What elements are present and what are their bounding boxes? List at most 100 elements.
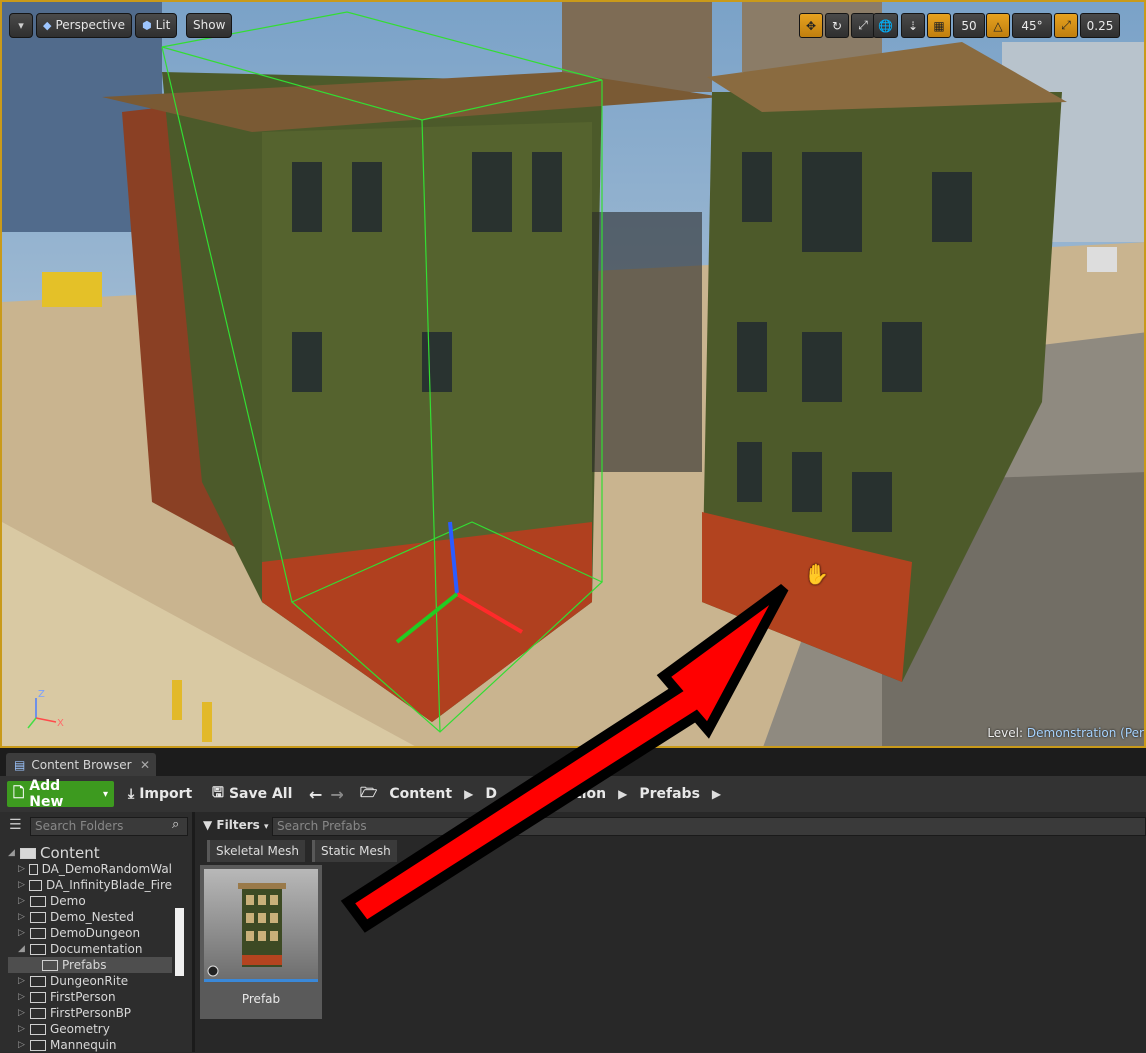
tree-item[interactable]: ▷ DungeonRite xyxy=(0,973,172,989)
folder-icon xyxy=(28,863,38,875)
filter-chip-static-mesh[interactable]: Static Mesh xyxy=(312,840,397,862)
show-flags-button[interactable]: Show xyxy=(186,13,233,38)
tree-item[interactable]: ◢ Documentation xyxy=(0,941,172,957)
folder-icon xyxy=(28,879,42,891)
expanded-caret-icon[interactable]: ◢ xyxy=(8,848,16,858)
tree-item[interactable]: ▷ Demo_Nested xyxy=(0,909,172,925)
filters-label: Filters xyxy=(216,818,260,832)
tree-item[interactable]: ▷ DemoDungeon xyxy=(0,925,172,941)
breadcrumb: 🗁 Content ▶ Documentation ▶ Prefabs ▶ xyxy=(360,781,721,807)
collapsed-caret-icon[interactable]: ▷ xyxy=(18,1024,26,1034)
history-nav: ← → xyxy=(303,781,350,807)
axis-indicator: Z X xyxy=(27,689,64,729)
forward-arrow-icon[interactable]: → xyxy=(330,785,343,804)
folder-icon xyxy=(30,991,46,1003)
chevron-down-icon: ▾ xyxy=(18,19,24,32)
tree-item[interactable]: ▷ DA_InfinityBlade_Fire xyxy=(0,877,172,893)
grid-snap-value[interactable]: 50 xyxy=(953,13,985,38)
surface-snap-button[interactable]: ⇣ xyxy=(901,13,925,38)
folder-icon xyxy=(30,943,46,955)
asset-view-panel: ▼ Filters ▾ Search Prefabs Skeletal Mesh… xyxy=(195,812,1146,1052)
collapsed-caret-icon[interactable]: ▷ xyxy=(18,880,25,890)
folder-icon xyxy=(30,927,46,939)
add-new-button[interactable]: 🗋 Add New ▾ xyxy=(7,778,114,810)
show-flags-label: Show xyxy=(193,18,226,32)
tree-item-label: DemoDungeon xyxy=(50,926,141,940)
breadcrumb-documentation[interactable]: Documentation xyxy=(485,786,606,802)
collapsed-caret-icon[interactable]: ▷ xyxy=(18,1008,26,1018)
breadcrumb-separator-icon[interactable]: ▶ xyxy=(464,787,473,801)
tree-item[interactable]: ▷ Geometry xyxy=(0,1021,172,1037)
move-arrows-icon: ✥ xyxy=(805,18,817,33)
collapsed-caret-icon[interactable]: ▷ xyxy=(18,928,26,938)
scene-render xyxy=(2,2,1144,746)
level-viewport[interactable]: ▾ ◆ Perspective ⬢ Lit Show ✥ ↻ ⤢ 🌐 ⇣ ▦ 5… xyxy=(0,0,1146,748)
view-mode-button[interactable]: ◆ Perspective xyxy=(36,13,132,38)
scale-icon: ⤢ xyxy=(858,18,868,32)
content-browser-icon: ▤ xyxy=(14,757,26,772)
collapsed-caret-icon[interactable]: ▷ xyxy=(18,976,26,986)
folder-icon xyxy=(30,1039,46,1051)
tree-item-label: DungeonRite xyxy=(50,974,129,988)
import-button[interactable]: ⤓ Import xyxy=(122,781,198,807)
building-thumbnail-icon xyxy=(207,883,286,977)
collapsed-caret-icon[interactable]: ▷ xyxy=(18,992,26,1002)
breadcrumb-prefabs[interactable]: Prefabs xyxy=(639,786,700,802)
asset-label: Prefab xyxy=(241,992,281,1006)
translate-tool-button[interactable]: ✥ xyxy=(799,13,823,38)
folder-open-icon: 🗁 xyxy=(360,785,378,801)
filters-button[interactable]: ▼ Filters ▾ xyxy=(203,818,269,832)
tree-item[interactable]: Prefabs xyxy=(8,957,172,973)
tree-item-label: DA_DemoRandomWal xyxy=(41,862,172,876)
breadcrumb-separator-icon[interactable]: ▶ xyxy=(618,787,627,801)
expanded-caret-icon[interactable]: ◢ xyxy=(18,944,26,954)
tab-content-browser[interactable]: ▤ Content Browser ✕ xyxy=(6,753,156,776)
surface-snap-icon: ⇣ xyxy=(907,18,919,33)
coordinate-system: 🌐 xyxy=(873,13,898,38)
folder-icon xyxy=(30,911,46,923)
collapsed-caret-icon[interactable]: ▷ xyxy=(18,896,26,906)
chevron-down-icon: ▾ xyxy=(102,788,108,800)
viewport-options-button[interactable]: ▾ xyxy=(9,13,33,38)
rotate-icon: ↻ xyxy=(831,18,843,33)
grid-snap-group: ⇣ ▦ 50 xyxy=(901,13,985,38)
lit-sphere-icon: ⬢ xyxy=(142,19,152,32)
rotation-snap-value[interactable]: 45° xyxy=(1012,13,1052,38)
asset-search-input[interactable]: Search Prefabs xyxy=(272,817,1146,836)
scale-snap-toggle[interactable]: ⤢ xyxy=(1054,13,1078,38)
folder-search-input[interactable]: Search Folders xyxy=(30,817,188,836)
lighting-mode-button[interactable]: ⬢ Lit xyxy=(135,13,178,38)
rotate-tool-button[interactable]: ↻ xyxy=(825,13,849,38)
tree-toggle-icon[interactable]: ☰ xyxy=(9,817,22,833)
collapsed-caret-icon[interactable]: ▷ xyxy=(18,864,25,874)
tree-item[interactable]: ◢ Content xyxy=(0,844,172,862)
tree-item-label: Documentation xyxy=(50,942,143,956)
filter-chip-skeletal-mesh[interactable]: Skeletal Mesh xyxy=(207,840,306,862)
tree-item[interactable]: ▷ Demo xyxy=(0,893,172,909)
back-arrow-icon[interactable]: ← xyxy=(309,785,322,804)
save-all-button[interactable]: 🖫 Save All xyxy=(206,781,298,807)
breadcrumb-content[interactable]: Content xyxy=(389,786,452,802)
folder-tree-panel: ☰ Search Folders ⌕ ◢ Content ▷ DA_DemoRando… xyxy=(0,812,195,1052)
perspective-icon: ◆ xyxy=(43,19,52,32)
scale-snap-value[interactable]: 0.25 xyxy=(1080,13,1120,38)
scale-tool-button[interactable]: ⤢ xyxy=(851,13,875,38)
chevron-down-icon: ▾ xyxy=(263,822,269,832)
tree-item[interactable]: ▷ DA_DemoRandomWal xyxy=(0,861,172,877)
scale-arrow-icon: ⤢ xyxy=(1061,18,1071,32)
tree-item[interactable]: ▷ FirstPerson xyxy=(0,989,172,1005)
close-icon[interactable]: ✕ xyxy=(140,758,150,772)
tab-bar: ▤ Content Browser ✕ xyxy=(0,748,1146,776)
breadcrumb-separator-icon[interactable]: ▶ xyxy=(712,787,721,801)
world-space-button[interactable]: 🌐 xyxy=(873,13,898,38)
tree-item[interactable]: ▷ FirstPersonBP xyxy=(0,1005,172,1021)
asset-tile-prefab[interactable]: Prefab xyxy=(200,865,322,1019)
tree-item[interactable]: ▷ Mannequin xyxy=(0,1037,172,1053)
tree-scrollbar[interactable] xyxy=(175,908,184,976)
collapsed-caret-icon[interactable]: ▷ xyxy=(18,912,26,922)
collapsed-caret-icon[interactable]: ▷ xyxy=(18,1040,26,1050)
level-prefix: Level: xyxy=(987,726,1024,740)
rotation-snap-toggle[interactable]: △ xyxy=(986,13,1010,38)
import-icon: ⤓ xyxy=(128,786,135,802)
grid-snap-toggle[interactable]: ▦ xyxy=(927,13,951,38)
